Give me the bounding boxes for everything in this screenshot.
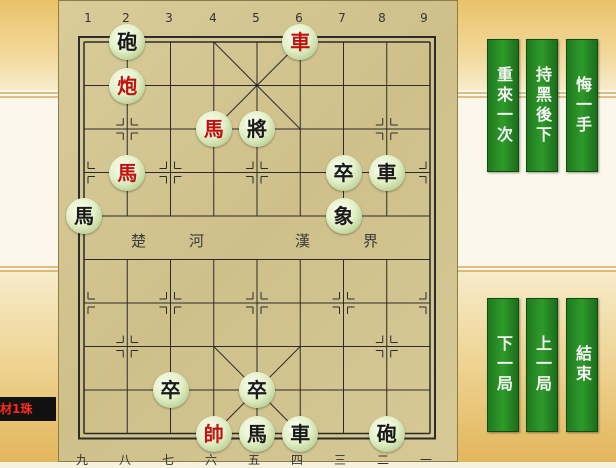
black-piece[interactable]: 馬 xyxy=(66,198,102,234)
file-number: 二 xyxy=(376,453,389,467)
black-piece[interactable]: 將 xyxy=(239,111,275,147)
file-number: 6 xyxy=(295,11,303,25)
black-piece[interactable]: 車 xyxy=(368,154,405,191)
black-piece[interactable]: 馬 xyxy=(239,415,275,452)
undo-move-button[interactable]: 悔一手 xyxy=(566,39,598,172)
red-piece[interactable]: 帥 xyxy=(195,415,232,452)
black-piece[interactable]: 車 xyxy=(282,415,319,452)
previous-game-button[interactable]: 上一局 xyxy=(526,298,558,432)
file-number: 7 xyxy=(338,11,346,25)
file-number: 4 xyxy=(209,11,217,25)
red-piece[interactable]: 車 xyxy=(282,24,319,60)
file-number: 七 xyxy=(161,453,174,467)
red-piece[interactable]: 馬 xyxy=(109,154,146,191)
file-number: 八 xyxy=(118,453,131,467)
file-number: 四 xyxy=(290,453,303,467)
status-bar: 材1珠 xyxy=(0,397,56,421)
file-number: 六 xyxy=(204,453,217,467)
black-piece[interactable]: 砲 xyxy=(109,24,146,60)
xiangqi-board[interactable]: 1 2 3 4 5 6 7 8 9 九 八 七 六 五 四 三 二 一 楚 河 … xyxy=(58,0,458,467)
next-game-button[interactable]: 下一局 xyxy=(487,298,519,432)
red-piece[interactable]: 馬 xyxy=(195,111,232,147)
restart-button[interactable]: 重來一次 xyxy=(487,39,519,172)
black-piece[interactable]: 卒 xyxy=(239,372,275,408)
red-piece[interactable]: 炮 xyxy=(109,67,146,104)
end-game-button[interactable]: 結束 xyxy=(566,298,598,432)
river-text: 楚 xyxy=(131,232,147,250)
black-piece[interactable]: 象 xyxy=(325,198,362,234)
file-number: 一 xyxy=(419,453,432,467)
file-number: 2 xyxy=(122,11,130,25)
file-number: 5 xyxy=(252,11,260,25)
file-number: 1 xyxy=(84,11,92,25)
file-number: 9 xyxy=(420,11,428,25)
file-number: 8 xyxy=(378,11,386,25)
black-piece[interactable]: 卒 xyxy=(325,154,362,191)
river-text: 漢 xyxy=(295,232,311,250)
black-piece[interactable]: 砲 xyxy=(368,415,405,452)
file-number: 九 xyxy=(75,453,88,467)
file-number: 3 xyxy=(165,11,173,25)
file-number: 五 xyxy=(247,453,260,467)
river-text: 界 xyxy=(363,232,379,250)
file-number: 三 xyxy=(333,453,346,467)
play-black-second-button[interactable]: 持黑後下 xyxy=(526,39,558,172)
river-text: 河 xyxy=(189,232,205,250)
black-piece[interactable]: 卒 xyxy=(152,372,189,408)
